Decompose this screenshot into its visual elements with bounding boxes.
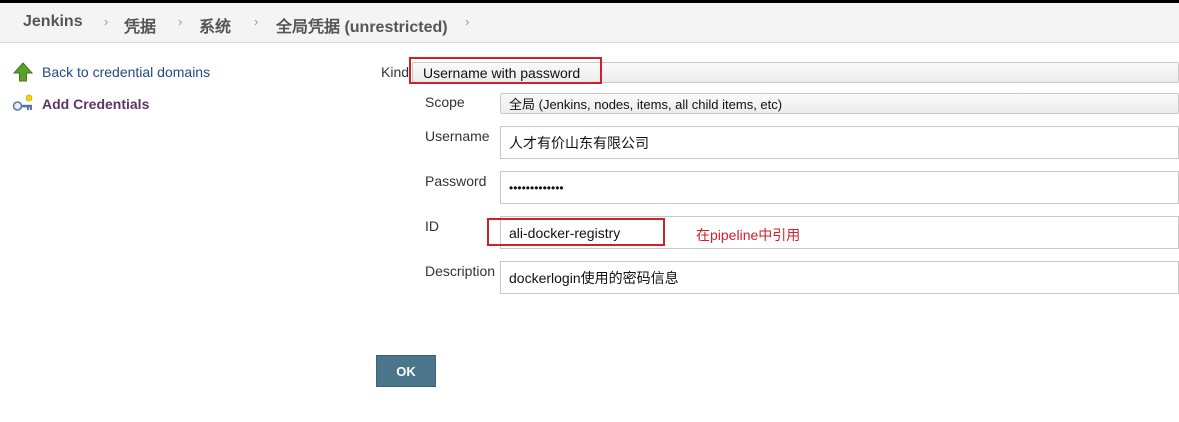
password-value: •••••••••••••	[509, 180, 564, 195]
add-credentials-label[interactable]: Add Credentials	[42, 96, 149, 112]
up-arrow-icon	[12, 61, 34, 83]
back-link-label[interactable]: Back to credential domains	[42, 64, 210, 80]
id-annotation: 在pipeline中引用	[696, 227, 801, 243]
username-value: 人才有价山东有限公司	[509, 134, 649, 151]
breadcrumb-system[interactable]: 系统	[199, 13, 231, 37]
id-label: ID	[425, 218, 439, 234]
password-field[interactable]: •••••••••••••	[500, 171, 1179, 204]
kind-label: Kind	[381, 64, 410, 80]
breadcrumb-separator: ›	[178, 14, 183, 29]
breadcrumb-separator: ›	[104, 14, 109, 29]
breadcrumb-jenkins[interactable]: Jenkins	[23, 13, 83, 31]
username-label: Username	[425, 128, 490, 144]
back-to-domains-link[interactable]: Back to credential domains	[12, 61, 210, 83]
kind-highlight-box	[409, 57, 602, 84]
breadcrumb-global-credentials[interactable]: 全局凭据 (unrestricted)	[276, 13, 448, 37]
description-label: Description	[425, 263, 496, 279]
description-value: dockerlogin使用的密码信息	[509, 269, 679, 286]
scope-select-value: 全局 (Jenkins, nodes, items, all child ite…	[509, 97, 783, 112]
breadcrumb-credentials[interactable]: 凭据	[124, 13, 156, 37]
password-label: Password	[425, 173, 487, 189]
breadcrumb-separator: ›	[465, 14, 470, 29]
id-highlight-box	[487, 218, 665, 246]
scope-label: Scope	[425, 94, 465, 110]
key-icon	[12, 93, 34, 115]
breadcrumb: Jenkins › 凭据 › 系统 › 全局凭据 (unrestricted) …	[0, 3, 1179, 43]
scope-select[interactable]: 全局 (Jenkins, nodes, items, all child ite…	[500, 93, 1179, 114]
ok-button[interactable]: OK	[376, 355, 436, 387]
description-field[interactable]: dockerlogin使用的密码信息	[500, 261, 1179, 294]
username-field[interactable]: 人才有价山东有限公司	[500, 126, 1179, 159]
breadcrumb-separator: ›	[254, 14, 259, 29]
add-credentials-link[interactable]: Add Credentials	[12, 93, 149, 115]
